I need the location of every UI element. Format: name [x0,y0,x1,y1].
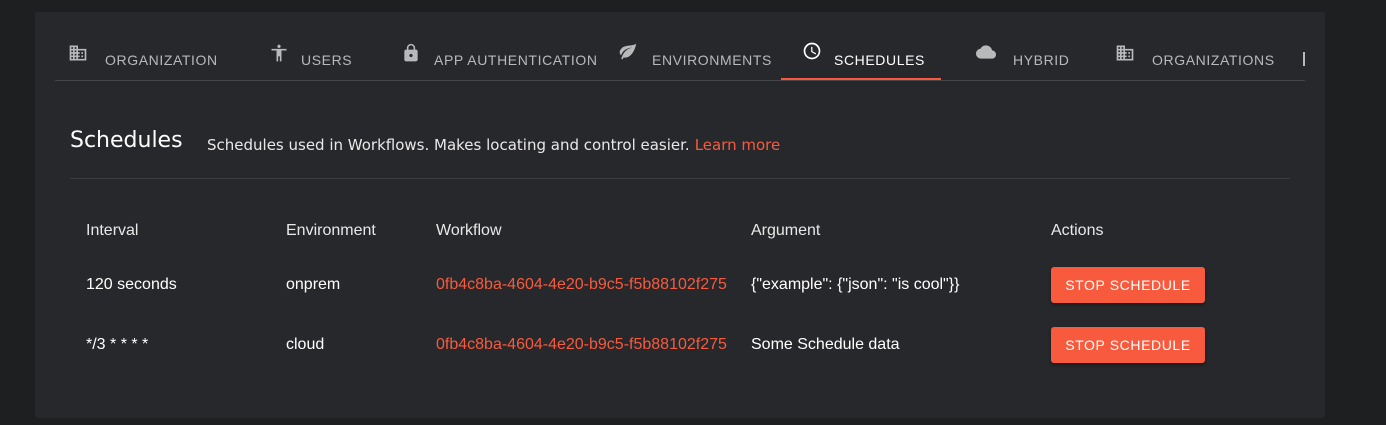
interval-cell: */3 * * * * [86,336,149,353]
learn-more-link[interactable]: Learn more [695,136,781,154]
stop-schedule-button[interactable]: Stop Schedule [1051,267,1205,303]
building-icon [1114,42,1136,64]
tab-organization[interactable]: Organization [55,12,235,80]
tab-overflow-edge [1303,52,1305,66]
settings-card: Organization Users App Authentication En… [35,12,1325,418]
tab-label: Schedules [834,52,925,68]
tab-label: Users [301,52,353,68]
tab-schedules[interactable]: Schedules [781,12,941,80]
environment-cell: onprem [286,276,341,293]
stop-schedule-button[interactable]: Stop Schedule [1051,327,1205,363]
argument-cell: {"example": {"json": "is cool"}} [751,276,960,293]
tab-environments[interactable]: Environments [615,12,775,80]
tab-label: Hybrid [1013,52,1070,68]
page-title: Schedules [70,128,183,153]
column-header-interval: Interval [86,222,139,239]
building-icon [67,42,89,64]
workflow-link[interactable]: 0fb4c8ba-4604-4e20-b9c5-f5b88102f275 [436,336,727,354]
section-header: Schedules Schedules used in Workflows. M… [70,125,1290,179]
tab-bar: Organization Users App Authentication En… [55,12,1305,81]
tab-users[interactable]: Users [255,12,385,80]
tab-label: Organizations [1152,52,1275,68]
environment-cell: cloud [286,336,325,353]
workflow-link[interactable]: 0fb4c8ba-4604-4e20-b9c5-f5b88102f275 [436,276,727,294]
accessibility-icon [268,42,290,64]
clock-icon [801,40,823,62]
tab-label: Organization [105,52,218,68]
active-tab-indicator [781,78,941,80]
interval-cell: 120 seconds [86,276,177,293]
tab-label: App Authentication [434,52,598,68]
tab-organizations[interactable]: Organizations [1110,12,1300,80]
leaf-icon [617,40,639,62]
column-header-workflow: Workflow [436,222,502,239]
tab-label: Environments [652,52,772,68]
description-text: Schedules used in Workflows. Makes locat… [207,136,690,154]
column-header-argument: Argument [751,222,821,239]
tab-app-authentication[interactable]: App Authentication [390,12,610,80]
column-header-actions: Actions [1051,222,1104,239]
cloud-icon [975,41,997,63]
column-header-environment: Environment [286,222,376,239]
argument-cell: Some Schedule data [751,336,900,353]
tab-hybrid[interactable]: Hybrid [970,12,1100,80]
section-description: Schedules used in Workflows. Makes locat… [207,136,780,154]
lock-icon [400,42,422,64]
